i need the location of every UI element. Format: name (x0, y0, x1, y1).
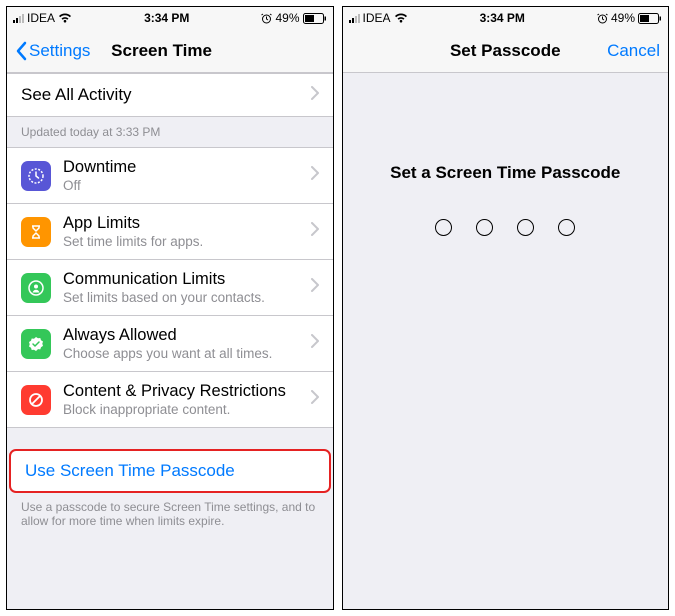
chevron-left-icon (15, 41, 27, 61)
set-passcode-screen: IDEA 3:34 PM 49% Set Passcode Cancel Set… (342, 6, 670, 610)
cell-title: App Limits (63, 214, 203, 233)
content: See All Activity Updated today at 3:33 P… (7, 73, 333, 609)
nav-bar: Set Passcode Cancel (343, 29, 669, 73)
battery-icon (638, 13, 662, 24)
status-bar: IDEA 3:34 PM 49% (343, 7, 669, 29)
chevron-right-icon (311, 166, 319, 185)
signal-icon (349, 14, 360, 23)
chevron-right-icon (311, 278, 319, 297)
chevron-right-icon (311, 390, 319, 409)
screen-time-settings-screen: IDEA 3:34 PM 49% Settings Screen Time Se… (6, 6, 334, 610)
wifi-icon (58, 13, 72, 23)
passcode-footer: Use a passcode to secure Screen Time set… (7, 492, 333, 536)
passcode-dot (517, 219, 534, 236)
passcode-dot (435, 219, 452, 236)
person-icon (21, 273, 51, 303)
signal-icon (13, 14, 24, 23)
cell-title: Communication Limits (63, 270, 265, 289)
cancel-button[interactable]: Cancel (607, 41, 660, 61)
cell-title: Content & Privacy Restrictions (63, 382, 286, 401)
status-time: 3:34 PM (480, 11, 525, 25)
always-allowed-cell[interactable]: Always Allowed Choose apps you want at a… (7, 316, 333, 372)
downtime-cell[interactable]: Downtime Off (7, 147, 333, 204)
use-screen-time-passcode-button[interactable]: Use Screen Time Passcode (9, 449, 331, 493)
cell-title: Downtime (63, 158, 136, 177)
passcode-input[interactable] (343, 219, 669, 236)
checkmark-badge-icon (21, 329, 51, 359)
cell-subtitle: Block inappropriate content. (63, 402, 286, 417)
content-privacy-cell[interactable]: Content & Privacy Restrictions Block ina… (7, 372, 333, 428)
downtime-icon (21, 161, 51, 191)
cell-subtitle: Choose apps you want at all times. (63, 346, 272, 361)
app-limits-cell[interactable]: App Limits Set time limits for apps. (7, 204, 333, 260)
passcode-dot (558, 219, 575, 236)
see-all-activity-cell[interactable]: See All Activity (7, 73, 333, 117)
chevron-right-icon (311, 334, 319, 353)
passcode-prompt: Set a Screen Time Passcode (343, 163, 669, 183)
battery-percent: 49% (275, 11, 299, 25)
nav-bar: Settings Screen Time (7, 29, 333, 73)
alarm-icon (261, 13, 272, 24)
status-bar: IDEA 3:34 PM 49% (7, 7, 333, 29)
passcode-link-label: Use Screen Time Passcode (25, 461, 235, 481)
carrier-label: IDEA (363, 11, 391, 25)
page-title: Screen Time (111, 41, 212, 61)
cell-label: See All Activity (21, 85, 132, 105)
no-entry-icon (21, 385, 51, 415)
alarm-icon (597, 13, 608, 24)
communication-limits-cell[interactable]: Communication Limits Set limits based on… (7, 260, 333, 316)
passcode-dot (476, 219, 493, 236)
battery-icon (303, 13, 327, 24)
back-button[interactable]: Settings (15, 41, 90, 61)
cell-subtitle: Set time limits for apps. (63, 234, 203, 249)
cell-subtitle: Off (63, 178, 136, 193)
hourglass-icon (21, 217, 51, 247)
battery-percent: 49% (611, 11, 635, 25)
carrier-label: IDEA (27, 11, 55, 25)
page-title: Set Passcode (450, 41, 561, 61)
content: Set a Screen Time Passcode (343, 73, 669, 609)
chevron-right-icon (311, 86, 319, 105)
cell-subtitle: Set limits based on your contacts. (63, 290, 265, 305)
status-time: 3:34 PM (144, 11, 189, 25)
back-label: Settings (29, 41, 90, 61)
chevron-right-icon (311, 222, 319, 241)
cell-title: Always Allowed (63, 326, 272, 345)
wifi-icon (394, 13, 408, 23)
updated-label: Updated today at 3:33 PM (7, 117, 333, 147)
